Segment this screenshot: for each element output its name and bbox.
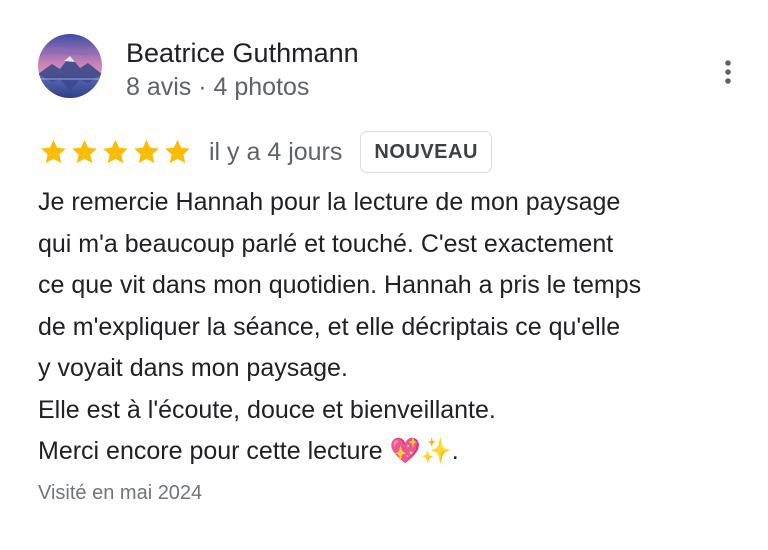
more-vert-icon [725, 60, 731, 84]
star-icon [165, 139, 190, 164]
author-meta: 8 avis · 4 photos [126, 73, 310, 101]
star-icon [41, 139, 66, 164]
star-icon [103, 139, 128, 164]
review-line: qui m'a beaucoup parlé et touché. C'est … [38, 229, 614, 258]
review-header: Beatrice Guthmann 8 avis · 4 photos [38, 34, 359, 103]
avatar[interactable] [38, 34, 102, 98]
rating-row: il y a 4 jours NOUVEAU [38, 130, 492, 174]
review-card: Beatrice Guthmann 8 avis · 4 photos il y… [0, 0, 768, 550]
new-badge: NOUVEAU [360, 131, 492, 173]
review-line: Elle est à l'écoute, douce et bienveilla… [38, 395, 496, 424]
author-name[interactable]: Beatrice Guthmann [126, 36, 359, 70]
review-line: y voyait dans mon paysage. [38, 354, 348, 382]
author-identity: Beatrice Guthmann 8 avis · 4 photos [126, 36, 359, 103]
review-line: Je remercie Hannah pour la lecture de mo… [38, 188, 621, 216]
review-date: il y a 4 jours [209, 138, 343, 166]
review-text: Je remercie Hannah pour la lecture de mo… [38, 182, 750, 473]
review-line: de m'expliquer la séance, et elle décrip… [38, 312, 621, 341]
landscape-avatar-image [38, 34, 102, 98]
star-icon [134, 139, 159, 164]
review-line: Merci encore pour cette lecture 💖✨. [38, 437, 459, 465]
visit-date: Visité en mai 2024 [38, 482, 203, 504]
review-line: ce que vit dans mon quotidien. Hannah a … [38, 271, 642, 299]
star-icon [72, 139, 97, 164]
more-options-button[interactable] [712, 52, 744, 92]
star-rating [38, 137, 193, 167]
